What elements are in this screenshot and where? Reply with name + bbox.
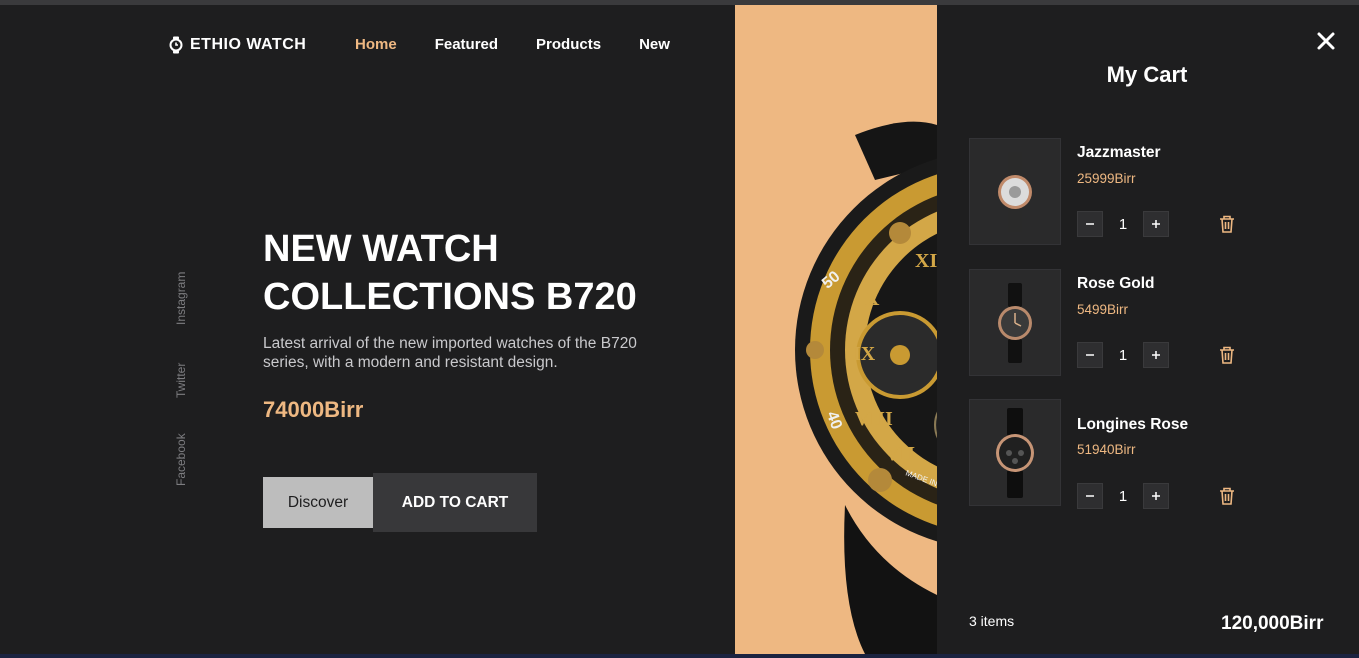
nav-link-products[interactable]: Products bbox=[536, 36, 601, 53]
svg-text:IX: IX bbox=[853, 343, 876, 365]
cart-item-name: Jazzmaster bbox=[1077, 144, 1161, 161]
trash-icon[interactable] bbox=[1219, 487, 1235, 505]
cart-item: Longines Rose 51940Birr 1 bbox=[969, 399, 1329, 509]
cart-item-quantity: 1 bbox=[1118, 347, 1128, 364]
watch-image bbox=[996, 407, 1034, 498]
cart-item-price: 51940Birr bbox=[1077, 442, 1136, 457]
main-nav: Home Featured Products New bbox=[355, 36, 708, 53]
cart-item-count: 3 items bbox=[969, 613, 1015, 629]
social-twitter-label[interactable]: Twitter bbox=[174, 363, 188, 398]
discover-button[interactable]: Discover bbox=[263, 477, 373, 528]
hero-title: NEW WATCH COLLECTIONS B720 bbox=[263, 225, 683, 321]
page: ETHIO WATCH Home Featured Products New I… bbox=[0, 5, 1359, 654]
hero-watch-image: XI X IX VIII VII 50 40 MADE IN bbox=[795, 121, 937, 654]
social-instagram[interactable]: Instagram bbox=[174, 272, 190, 339]
cart-item-name: Rose Gold bbox=[1077, 275, 1155, 292]
svg-text:X: X bbox=[865, 288, 880, 310]
minus-icon bbox=[1086, 223, 1094, 225]
cart-drawer: My Cart Jazzmaster 25999Birr 1 Rose Gold… bbox=[937, 5, 1359, 654]
hero-title-line-1: NEW WATCH bbox=[263, 228, 499, 270]
cart-item-price: 25999Birr bbox=[1077, 171, 1136, 186]
quantity-increase-button[interactable] bbox=[1143, 211, 1169, 237]
window-bottom-border bbox=[0, 654, 1359, 658]
cart-title: My Cart bbox=[1106, 62, 1188, 87]
brand-name: ETHIO WATCH bbox=[190, 36, 307, 53]
cart-item: Jazzmaster 25999Birr 1 bbox=[969, 138, 1329, 246]
social-facebook-label[interactable]: Facebook bbox=[174, 433, 188, 486]
svg-text:VIII: VIII bbox=[855, 408, 893, 430]
watch-image bbox=[998, 282, 1032, 363]
trash-icon[interactable] bbox=[1219, 215, 1235, 233]
quantity-increase-button[interactable] bbox=[1143, 483, 1169, 509]
add-to-cart-button[interactable]: ADD TO CART bbox=[373, 473, 537, 532]
cart-item-name: Longines Rose bbox=[1077, 416, 1189, 433]
plus-icon bbox=[1152, 492, 1160, 500]
hero-price: 74000Birr bbox=[263, 397, 364, 422]
nav-link-featured[interactable]: Featured bbox=[435, 36, 498, 53]
social-instagram-label[interactable]: Instagram bbox=[174, 272, 188, 325]
nav-link-home[interactable]: Home bbox=[355, 36, 397, 53]
quantity-decrease-button[interactable] bbox=[1077, 211, 1103, 237]
plus-icon bbox=[1152, 220, 1160, 228]
svg-text:XI: XI bbox=[915, 250, 937, 272]
cart-item-quantity: 1 bbox=[1118, 488, 1128, 505]
trash-icon[interactable] bbox=[1219, 346, 1235, 364]
cart-item-thumbnail bbox=[969, 399, 1061, 506]
quantity-increase-button[interactable] bbox=[1143, 342, 1169, 368]
svg-text:VII: VII bbox=[885, 443, 915, 465]
cart-total: 120,000Birr bbox=[1221, 613, 1324, 634]
cart-item-thumbnail bbox=[969, 138, 1061, 245]
social-twitter[interactable]: Twitter bbox=[174, 363, 190, 412]
watch-icon bbox=[169, 36, 183, 54]
hero-image-panel: XI X IX VIII VII 50 40 MADE IN bbox=[735, 5, 937, 654]
hero-title-line-2: COLLECTIONS B720 bbox=[263, 276, 637, 318]
minus-icon bbox=[1086, 354, 1094, 356]
close-icon[interactable] bbox=[1315, 30, 1337, 52]
brand-logo[interactable]: ETHIO WATCH bbox=[168, 36, 306, 54]
cart-item-price: 5499Birr bbox=[1077, 302, 1129, 317]
watch-image bbox=[998, 151, 1032, 232]
minus-icon bbox=[1086, 495, 1094, 497]
cart-item-quantity: 1 bbox=[1118, 216, 1128, 233]
plus-icon bbox=[1152, 351, 1160, 359]
quantity-decrease-button[interactable] bbox=[1077, 483, 1103, 509]
quantity-decrease-button[interactable] bbox=[1077, 342, 1103, 368]
cart-item: Rose Gold 5499Birr 1 bbox=[969, 269, 1329, 377]
social-facebook[interactable]: Facebook bbox=[174, 433, 190, 500]
cart-item-thumbnail bbox=[969, 269, 1061, 376]
hero-description: Latest arrival of the new imported watch… bbox=[263, 335, 637, 371]
nav-link-new[interactable]: New bbox=[639, 36, 670, 53]
